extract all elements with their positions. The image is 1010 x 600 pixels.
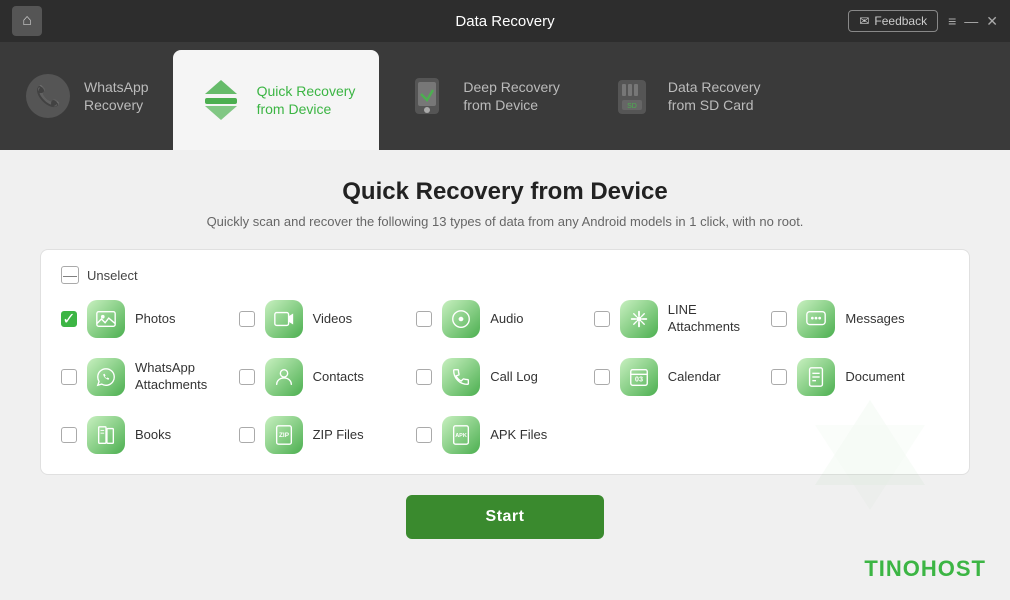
calendar-label: Calendar bbox=[668, 369, 721, 386]
sdcard-tab-icon: SD bbox=[608, 72, 656, 120]
menu-button[interactable]: ≡ bbox=[948, 13, 956, 29]
title-bar: ⌂ Data Recovery ✉ Feedback ≡ — ✕ bbox=[0, 0, 1010, 42]
quick-tab-icon bbox=[197, 76, 245, 124]
svg-text:📞: 📞 bbox=[36, 83, 61, 108]
quick-tab-label: Quick Recoveryfrom Device bbox=[257, 82, 356, 118]
nav-bar: 📞 WhatsAppRecovery Quick Recoveryfrom De… bbox=[0, 42, 1010, 150]
decorative-shape bbox=[810, 395, 930, 520]
data-item-photos[interactable]: ✓ Photos bbox=[61, 300, 239, 338]
tab-deep-recovery[interactable]: Deep Recoveryfrom Device bbox=[379, 42, 584, 150]
audio-icon bbox=[442, 300, 480, 338]
start-button[interactable]: Start bbox=[406, 495, 605, 539]
calendar-icon: 03 bbox=[620, 358, 658, 396]
books-icon bbox=[87, 416, 125, 454]
unselect-label: Unselect bbox=[87, 268, 138, 283]
svg-text:03: 03 bbox=[635, 375, 643, 384]
data-item-whatsapp[interactable]: WhatsAppAttachments bbox=[61, 358, 239, 396]
whatsapp-label: WhatsAppAttachments bbox=[135, 360, 207, 394]
whatsapp-checkbox[interactable] bbox=[61, 369, 77, 385]
contacts-checkbox[interactable] bbox=[239, 369, 255, 385]
data-item-books[interactable]: Books bbox=[61, 416, 239, 454]
calllog-checkbox[interactable] bbox=[416, 369, 432, 385]
videos-checkbox[interactable] bbox=[239, 311, 255, 327]
data-item-messages[interactable]: Messages bbox=[771, 300, 949, 338]
svg-text:APK: APK bbox=[455, 433, 467, 439]
page-title: Quick Recovery from Device bbox=[40, 178, 970, 206]
apk-icon: APK bbox=[442, 416, 480, 454]
videos-icon bbox=[265, 300, 303, 338]
data-item-zip[interactable]: ZIP ZIP Files bbox=[239, 416, 417, 454]
document-label: Document bbox=[845, 369, 904, 386]
whatsapp-icon bbox=[87, 358, 125, 396]
messages-icon bbox=[797, 300, 835, 338]
videos-label: Videos bbox=[313, 311, 353, 328]
whatsapp-tab-label: WhatsAppRecovery bbox=[84, 78, 149, 114]
audio-label: Audio bbox=[490, 311, 523, 328]
watermark-suffix: HOST bbox=[921, 556, 986, 581]
messages-label: Messages bbox=[845, 311, 904, 328]
panel-header: — Unselect bbox=[61, 266, 949, 284]
apk-label: APK Files bbox=[490, 427, 547, 444]
svg-text:ZIP: ZIP bbox=[279, 432, 290, 439]
feedback-button[interactable]: ✉ Feedback bbox=[848, 10, 938, 32]
photos-label: Photos bbox=[135, 311, 175, 328]
minimize-button[interactable]: — bbox=[964, 13, 978, 29]
contacts-icon bbox=[265, 358, 303, 396]
audio-checkbox[interactable] bbox=[416, 311, 432, 327]
zip-label: ZIP Files bbox=[313, 427, 364, 444]
books-checkbox[interactable] bbox=[61, 427, 77, 443]
deep-tab-icon bbox=[403, 72, 451, 120]
zip-checkbox[interactable] bbox=[239, 427, 255, 443]
page-subtitle: Quickly scan and recover the following 1… bbox=[40, 214, 970, 229]
feedback-icon: ✉ bbox=[859, 14, 869, 28]
data-item-calllog[interactable]: Call Log bbox=[416, 358, 594, 396]
data-item-contacts[interactable]: Contacts bbox=[239, 358, 417, 396]
unselect-all-checkbox[interactable]: — bbox=[61, 266, 79, 284]
books-label: Books bbox=[135, 427, 171, 444]
app-title: Data Recovery bbox=[455, 13, 554, 30]
home-icon: ⌂ bbox=[22, 12, 32, 30]
data-item-line[interactable]: LINEAttachments bbox=[594, 300, 772, 338]
line-icon bbox=[620, 300, 658, 338]
photos-checkbox[interactable]: ✓ bbox=[61, 311, 77, 327]
watermark-prefix: TINO bbox=[864, 556, 921, 581]
deep-tab-label: Deep Recoveryfrom Device bbox=[463, 78, 560, 114]
data-item-apk[interactable]: APK APK Files bbox=[416, 416, 594, 454]
calllog-label: Call Log bbox=[490, 369, 538, 386]
close-button[interactable]: ✕ bbox=[986, 13, 998, 30]
tab-sdcard-recovery[interactable]: SD Data Recoveryfrom SD Card bbox=[584, 42, 785, 150]
zip-icon: ZIP bbox=[265, 416, 303, 454]
title-bar-controls: ✉ Feedback ≡ — ✕ bbox=[848, 10, 998, 32]
document-checkbox[interactable] bbox=[771, 369, 787, 385]
data-item-document[interactable]: Document bbox=[771, 358, 949, 396]
whatsapp-tab-icon: 📞 bbox=[24, 72, 72, 120]
sdcard-tab-label: Data Recoveryfrom SD Card bbox=[668, 78, 761, 114]
calendar-checkbox[interactable] bbox=[594, 369, 610, 385]
calllog-icon bbox=[442, 358, 480, 396]
data-item-calendar[interactable]: 03 Calendar bbox=[594, 358, 772, 396]
messages-checkbox[interactable] bbox=[771, 311, 787, 327]
data-item-videos[interactable]: Videos bbox=[239, 300, 417, 338]
window-controls: ≡ — ✕ bbox=[948, 13, 998, 30]
photos-icon bbox=[87, 300, 125, 338]
contacts-label: Contacts bbox=[313, 369, 364, 386]
tab-quick-recovery[interactable]: Quick Recoveryfrom Device bbox=[173, 50, 380, 150]
watermark: TINOHOST bbox=[864, 556, 986, 582]
line-checkbox[interactable] bbox=[594, 311, 610, 327]
apk-checkbox[interactable] bbox=[416, 427, 432, 443]
data-item-audio[interactable]: Audio bbox=[416, 300, 594, 338]
document-icon bbox=[797, 358, 835, 396]
svg-text:SD: SD bbox=[627, 103, 637, 110]
line-label: LINEAttachments bbox=[668, 302, 740, 336]
tab-whatsapp[interactable]: 📞 WhatsAppRecovery bbox=[0, 42, 173, 150]
home-button[interactable]: ⌂ bbox=[12, 6, 42, 36]
